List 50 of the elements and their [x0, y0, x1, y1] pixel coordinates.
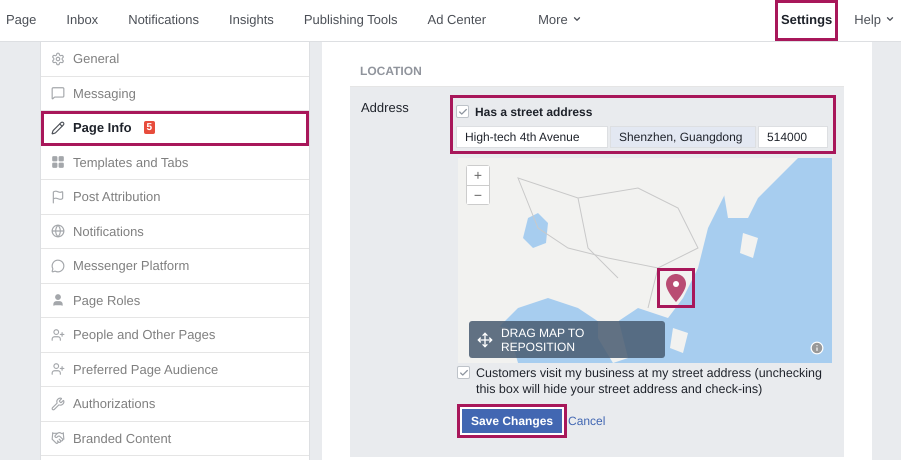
globe-icon [51, 224, 65, 238]
nav-tab[interactable]: Publishing Tools [298, 0, 404, 41]
handshake-icon [51, 431, 65, 446]
input-field[interactable]: 514000 [758, 126, 828, 148]
chat-icon [51, 86, 65, 100]
sidebar-item[interactable]: General [41, 42, 309, 76]
input-field[interactable]: High-tech 4th Avenue [456, 126, 608, 148]
pin-marker[interactable] [657, 268, 695, 308]
pencil-icon [51, 120, 65, 135]
zoom-out-button[interactable]: − [467, 185, 489, 204]
count-badge: 5 [144, 121, 156, 134]
checkbox-label: Customers visit my business at my street address (unchecking this box will hide your street address and check-ins) [476, 365, 823, 397]
grid-icon [51, 155, 65, 170]
caret-icon [885, 14, 895, 24]
caret-icon [572, 14, 582, 24]
sidebar-item[interactable]: Messenger Platform [41, 249, 309, 284]
gear-icon [51, 52, 65, 66]
sidebar-item[interactable]: Notifications [41, 214, 309, 249]
move-icon [477, 332, 493, 348]
nav-tab[interactable]: Inbox [60, 0, 104, 41]
nav-tab[interactable]: Notifications [122, 0, 205, 41]
sidebar-item[interactable]: Page Roles [41, 284, 309, 318]
sidebar-item[interactable]: Preferred Page Audience [41, 352, 309, 387]
input-field[interactable]: Shenzhen, Guangdong [610, 126, 756, 148]
sidebar-item[interactable]: Messaging [41, 76, 309, 111]
sidebar-item[interactable]: Templates and Tabs [41, 146, 309, 180]
wrench-icon [51, 396, 65, 411]
person-star-icon [51, 362, 65, 376]
nav-tab[interactable]: Page [0, 0, 42, 41]
flag-icon [51, 190, 65, 204]
nav-tab[interactable]: Help [848, 0, 901, 41]
nav-tab[interactable]: More [532, 0, 588, 41]
address-label: Address [361, 99, 410, 117]
sidebar-item[interactable]: Authorizations [41, 387, 309, 422]
person-star-icon [51, 328, 65, 342]
sidebar-item[interactable]: People and Other Pages [41, 318, 309, 352]
nav-tab[interactable]: Insights [223, 0, 280, 41]
nav-tab[interactable]: Settings [774, 0, 838, 41]
checkbox[interactable] [456, 105, 469, 118]
cancel-link[interactable]: Cancel [568, 414, 606, 428]
nav-tab[interactable]: Ad Center [422, 0, 492, 41]
checkbox[interactable] [457, 366, 470, 379]
drag-hint-text: DRAG MAP TO REPOSITION [501, 326, 586, 354]
checkbox-label: Has a street address [475, 104, 592, 120]
sidebar-item[interactable]: Page Info 5 [41, 111, 309, 146]
sidebar-item[interactable]: Branded Content [41, 422, 309, 456]
bubble-icon [51, 258, 65, 273]
sidebar-item[interactable]: Post Attribution [41, 180, 309, 214]
person-icon [51, 293, 65, 308]
map-pin-icon [666, 274, 686, 302]
